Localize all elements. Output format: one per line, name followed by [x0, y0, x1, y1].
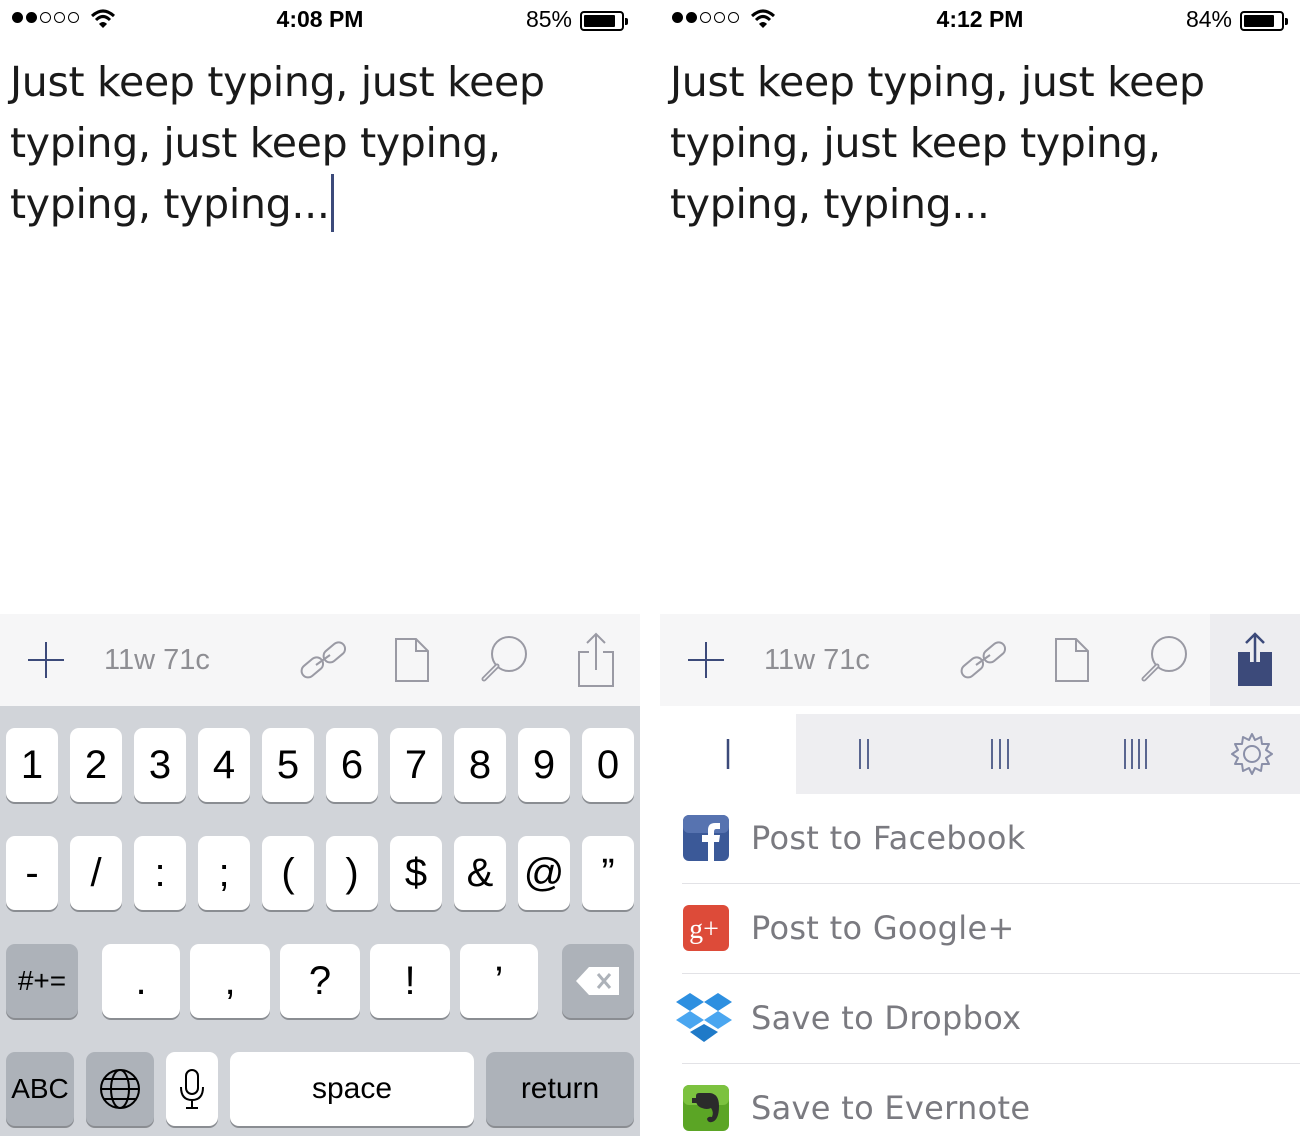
- search-button[interactable]: [1136, 614, 1192, 706]
- share-google-plus-label: Post to Google+: [751, 909, 1015, 947]
- document-button[interactable]: [384, 614, 440, 706]
- key-3[interactable]: 3: [134, 728, 186, 802]
- key-exclamation[interactable]: !: [370, 944, 450, 1018]
- editor-toolbar: 11w 71c: [0, 614, 640, 706]
- share-google-plus-row[interactable]: g+ Post to Google+: [660, 884, 1300, 974]
- editor-text: Just keep typing, just keep typing, just…: [10, 58, 558, 228]
- key-quote[interactable]: ”: [582, 836, 634, 910]
- key-dollar[interactable]: $: [390, 836, 442, 910]
- editor-text-area[interactable]: Just keep typing, just keep typing, just…: [670, 52, 1280, 235]
- globe-icon: [100, 1069, 140, 1109]
- tab-one-bar[interactable]: [660, 714, 796, 794]
- share-icon: [1238, 632, 1272, 686]
- share-evernote-label: Save to Evernote: [751, 1089, 1031, 1127]
- battery-icon: [1240, 11, 1288, 31]
- editor-text-area[interactable]: Just keep typing, just keep typing, just…: [10, 52, 620, 235]
- key-period[interactable]: .: [102, 944, 180, 1018]
- document-icon: [395, 638, 429, 682]
- battery-level: [584, 15, 615, 27]
- share-icon: [578, 632, 614, 687]
- one-bar-icon: [726, 739, 730, 769]
- share-facebook-label: Post to Facebook: [751, 819, 1026, 857]
- link-icon: [960, 641, 1007, 679]
- key-apostrophe[interactable]: ’: [460, 944, 538, 1018]
- battery-level: [1244, 15, 1275, 27]
- google-plus-icon: g+: [683, 905, 729, 951]
- battery-percentage: 84%: [1185, 6, 1232, 32]
- tab-two-bars[interactable]: [796, 714, 932, 794]
- key-1[interactable]: 1: [6, 728, 58, 802]
- battery-percentage: 85%: [525, 6, 572, 32]
- share-evernote-row[interactable]: Save to Evernote: [660, 1064, 1300, 1136]
- link-icon: [300, 641, 347, 679]
- new-document-button[interactable]: [16, 614, 76, 706]
- key-6[interactable]: 6: [326, 728, 378, 802]
- tab-three-bars[interactable]: [932, 714, 1068, 794]
- word-char-counter[interactable]: 11w 71c: [104, 614, 210, 706]
- plus-icon: [688, 642, 724, 678]
- key-space[interactable]: space: [230, 1052, 474, 1126]
- document-icon: [1055, 638, 1089, 682]
- key-delete[interactable]: [562, 944, 634, 1018]
- key-9[interactable]: 9: [518, 728, 570, 802]
- facebook-icon: [683, 815, 729, 861]
- three-bars-icon: [991, 739, 1009, 769]
- evernote-icon: [683, 1085, 729, 1131]
- keyboard: 1 2 3 4 5 6 7 8 9 0 - / : ; ( ) $ & @ ” …: [0, 706, 640, 1136]
- new-document-button[interactable]: [676, 614, 736, 706]
- editor-text: Just keep typing, just keep typing, just…: [670, 58, 1218, 228]
- status-bar: 4:08 PM 85%: [0, 0, 640, 40]
- share-dropbox-row[interactable]: Save to Dropbox: [660, 974, 1300, 1064]
- key-close-paren[interactable]: ): [326, 836, 378, 910]
- text-cursor: [330, 174, 334, 232]
- key-5[interactable]: 5: [262, 728, 314, 802]
- key-at[interactable]: @: [518, 836, 570, 910]
- left-screen: 4:08 PM 85% Just keep typing, just keep …: [0, 0, 640, 1136]
- key-8[interactable]: 8: [454, 728, 506, 802]
- document-button[interactable]: [1044, 614, 1100, 706]
- key-ampersand[interactable]: &: [454, 836, 506, 910]
- backspace-icon: [576, 967, 619, 995]
- key-comma[interactable]: ,: [190, 944, 270, 1018]
- right-screen: 4:12 PM 84% Just keep typing, just keep …: [660, 0, 1300, 1136]
- key-abc[interactable]: ABC: [6, 1052, 74, 1126]
- key-globe[interactable]: [86, 1052, 154, 1126]
- word-char-counter[interactable]: 11w 71c: [764, 614, 870, 706]
- key-open-paren[interactable]: (: [262, 836, 314, 910]
- share-dropbox-label: Save to Dropbox: [751, 999, 1022, 1037]
- key-hyphen[interactable]: -: [6, 836, 58, 910]
- svg-text:g+: g+: [689, 914, 719, 945]
- link-button[interactable]: [952, 614, 1014, 706]
- share-button[interactable]: [1210, 614, 1300, 706]
- search-icon: [1141, 636, 1187, 682]
- search-button[interactable]: [476, 614, 532, 706]
- status-bar: 4:12 PM 84%: [660, 0, 1300, 40]
- two-bars-icon: [859, 739, 869, 769]
- share-facebook-row[interactable]: Post to Facebook: [660, 794, 1300, 884]
- battery-icon: [580, 11, 628, 31]
- plus-icon: [28, 642, 64, 678]
- gear-icon: [1231, 733, 1273, 775]
- key-4[interactable]: 4: [198, 728, 250, 802]
- link-button[interactable]: [292, 614, 354, 706]
- key-colon[interactable]: :: [134, 836, 186, 910]
- key-slash[interactable]: /: [70, 836, 122, 910]
- key-2[interactable]: 2: [70, 728, 122, 802]
- key-7[interactable]: 7: [390, 728, 442, 802]
- share-tabs: [660, 714, 1300, 794]
- tab-four-bars[interactable]: [1068, 714, 1204, 794]
- settings-button[interactable]: [1204, 714, 1300, 794]
- dropbox-icon: [676, 993, 732, 1042]
- key-dictation[interactable]: [166, 1052, 218, 1126]
- key-return[interactable]: return: [486, 1052, 634, 1126]
- editor-toolbar: 11w 71c: [660, 614, 1300, 706]
- share-button[interactable]: [568, 614, 624, 706]
- search-icon: [481, 636, 527, 682]
- key-0[interactable]: 0: [582, 728, 634, 802]
- microphone-icon: [180, 1069, 204, 1109]
- key-question[interactable]: ?: [280, 944, 360, 1018]
- key-more-symbols[interactable]: #+=: [6, 944, 78, 1018]
- key-semicolon[interactable]: ;: [198, 836, 250, 910]
- four-bars-icon: [1124, 739, 1147, 769]
